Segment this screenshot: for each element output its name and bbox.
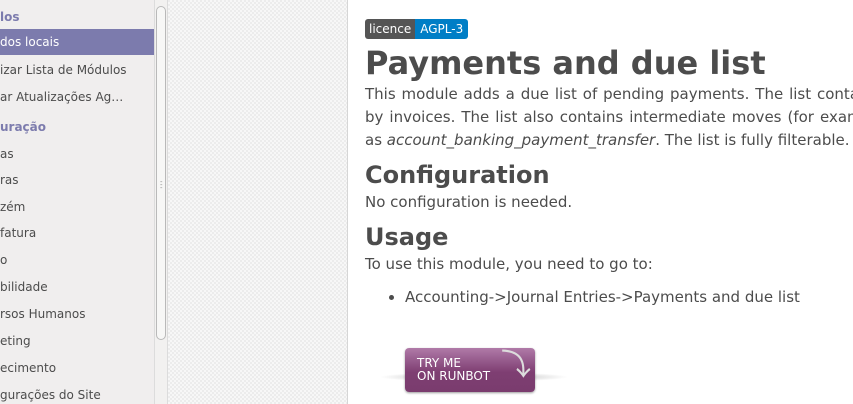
sidebar-item-label: izar Lista de Módulos [0, 63, 127, 77]
sidebar-item-local-modules[interactable]: dos locais [0, 29, 154, 55]
list-item: Accounting->Journal Entries->Payments an… [405, 286, 853, 309]
sidebar-item-accounting[interactable]: bilidade [0, 274, 154, 300]
grip-icon: --- [160, 178, 163, 192]
scrollbar-thumb[interactable]: --- [156, 6, 166, 340]
sidebar-item-label: ras [0, 173, 19, 187]
usage-text: To use this module, you need to go to: [365, 255, 653, 273]
sidebar-item-label: bilidade [0, 280, 48, 294]
sidebar-item-knowledge[interactable]: ecimento [0, 355, 154, 381]
license-badge: licence AGPL-3 [365, 19, 469, 39]
sidebar-item-label: ecimento [0, 361, 57, 375]
page-title: Payments and due list [365, 44, 766, 82]
description-module-name: account_banking_payment_transfer [386, 131, 656, 149]
sidebar-item-marketing[interactable]: eting [0, 328, 154, 354]
module-description-panel: licence AGPL-3 Payments and due list Thi… [349, 0, 853, 404]
sidebar-item-sales[interactable]: as [0, 141, 154, 167]
sidebar-item-project[interactable]: o [0, 247, 154, 273]
sidebar-item-label: ar Atualizações Ag… [0, 90, 124, 104]
usage-steps: Accounting->Journal Entries->Payments an… [365, 286, 853, 309]
sidebar-item-label: as [0, 147, 14, 161]
sidebar-item-update-module-list[interactable]: izar Lista de Módulos [0, 57, 154, 83]
background-pattern [168, 0, 348, 404]
module-description: This module adds a due list of pending p… [365, 83, 853, 152]
try-on-runbot-button[interactable]: TRY ME ON RUNBOT ⤵ [379, 330, 569, 392]
sidebar-item-label: zém [0, 200, 26, 214]
curved-arrow-icon: ⤵ [501, 348, 531, 383]
sidebar-item-label: fatura [0, 226, 37, 240]
sidebar-item-purchases[interactable]: ras [0, 167, 154, 193]
license-badge-value: AGPL-3 [415, 19, 469, 39]
configuration-text: No configuration is needed. [365, 193, 573, 211]
sidebar-scrollbar[interactable]: --- [154, 0, 168, 404]
sidebar-item-label: uração [0, 120, 47, 134]
sidebar-section-modules: los [0, 4, 154, 30]
sidebar: los dos locais izar Lista de Módulos ar … [0, 0, 154, 404]
sidebar-item-label: dos locais [0, 35, 60, 49]
license-badge-key: licence [365, 19, 416, 39]
sidebar-item-apply-scheduled-updates[interactable]: ar Atualizações Ag… [0, 84, 154, 110]
sidebar-item-human-resources[interactable]: rsos Humanos [0, 301, 154, 327]
sidebar-item-label: rsos Humanos [0, 307, 86, 321]
usage-heading: Usage [365, 223, 449, 251]
sidebar-item-invoicing[interactable]: fatura [0, 220, 154, 246]
sidebar-item-label: gurações do Site [0, 388, 101, 402]
sidebar-item-warehouse[interactable]: zém [0, 194, 154, 220]
sidebar-item-label: o [0, 253, 8, 267]
configuration-heading: Configuration [365, 161, 550, 189]
sidebar-item-website-settings[interactable]: gurações do Site [0, 382, 154, 404]
sidebar-item-label: eting [0, 334, 31, 348]
sidebar-item-label: los [0, 10, 20, 24]
description-tail: . The list is fully filterable. [655, 131, 850, 149]
sidebar-section-configuration: uração [0, 114, 154, 140]
